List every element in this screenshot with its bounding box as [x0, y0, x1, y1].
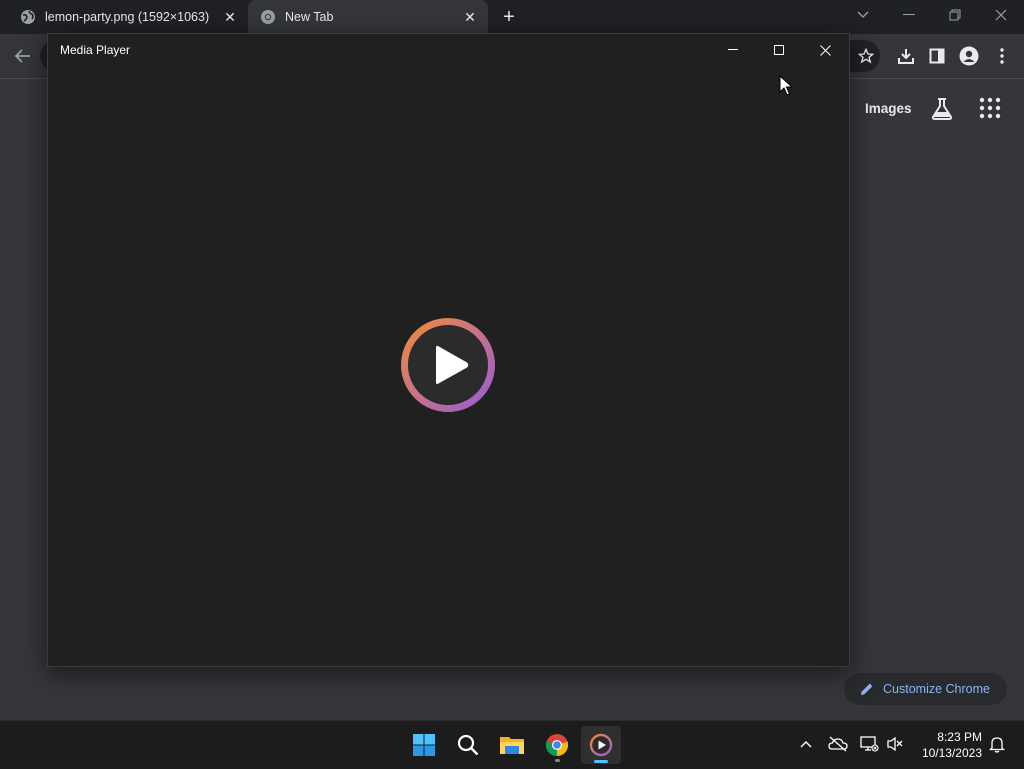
play-icon[interactable]	[400, 317, 496, 413]
customize-chrome-button[interactable]: Customize Chrome	[844, 673, 1007, 705]
minimize-icon[interactable]	[711, 36, 755, 64]
tab-lemon-party[interactable]: lemon-party.png (1592×1063) ✕	[8, 0, 248, 34]
media-player-window: Media Player	[47, 33, 850, 667]
search-icon[interactable]	[448, 726, 488, 764]
new-tab-button[interactable]: +	[498, 7, 520, 27]
windows-start-icon[interactable]	[404, 726, 444, 764]
browser-restore-icon[interactable]	[940, 4, 970, 26]
clock-date: 10/13/2023	[921, 746, 982, 760]
tab-title: New Tab	[285, 10, 334, 24]
pencil-icon	[859, 681, 875, 697]
more-menu-icon[interactable]	[989, 43, 1015, 69]
chevron-up-icon[interactable]	[795, 733, 817, 755]
browser-close-icon[interactable]	[986, 4, 1016, 26]
clock-time: 8:23 PM	[937, 730, 982, 744]
close-icon[interactable]	[803, 36, 847, 64]
back-arrow-icon[interactable]	[9, 43, 35, 69]
volume-muted-icon[interactable]	[884, 733, 906, 755]
tab-title: lemon-party.png (1592×1063)	[45, 10, 210, 24]
browser-minimize-icon[interactable]	[894, 4, 924, 26]
running-indicator	[555, 759, 560, 762]
window-title: Media Player	[60, 43, 131, 57]
active-indicator	[594, 760, 608, 763]
tab-new-tab[interactable]: New Tab ✕	[248, 0, 488, 34]
media-player-icon[interactable]	[581, 726, 621, 764]
customize-chrome-label: Customize Chrome	[883, 682, 990, 696]
google-apps-grid-icon[interactable]	[979, 97, 1001, 119]
file-explorer-icon[interactable]	[492, 726, 532, 764]
system-clock[interactable]: 8:23 PM 10/13/2023	[912, 729, 982, 761]
maximize-icon[interactable]	[757, 36, 801, 64]
download-icon[interactable]	[893, 43, 919, 69]
side-panel-icon[interactable]	[924, 43, 950, 69]
network-disconnected-icon[interactable]	[858, 733, 880, 755]
tab-search-chevron-icon[interactable]	[848, 4, 878, 26]
chrome-icon	[260, 9, 276, 25]
close-icon[interactable]: ✕	[462, 9, 478, 25]
labs-flask-icon[interactable]	[930, 97, 954, 121]
globe-icon	[20, 9, 36, 25]
images-link[interactable]: Images	[865, 101, 912, 116]
taskbar: 8:23 PM 10/13/2023	[0, 720, 1024, 769]
chrome-icon[interactable]	[537, 726, 577, 764]
onedrive-offline-icon[interactable]	[827, 733, 849, 755]
notification-bell-icon[interactable]	[986, 733, 1008, 755]
bookmark-star-icon[interactable]	[853, 43, 879, 69]
profile-avatar-icon[interactable]	[956, 43, 982, 69]
close-icon[interactable]: ✕	[222, 9, 238, 25]
mouse-cursor-icon	[779, 74, 794, 96]
browser-tab-strip: lemon-party.png (1592×1063) ✕ New Tab ✕ …	[0, 0, 1024, 34]
